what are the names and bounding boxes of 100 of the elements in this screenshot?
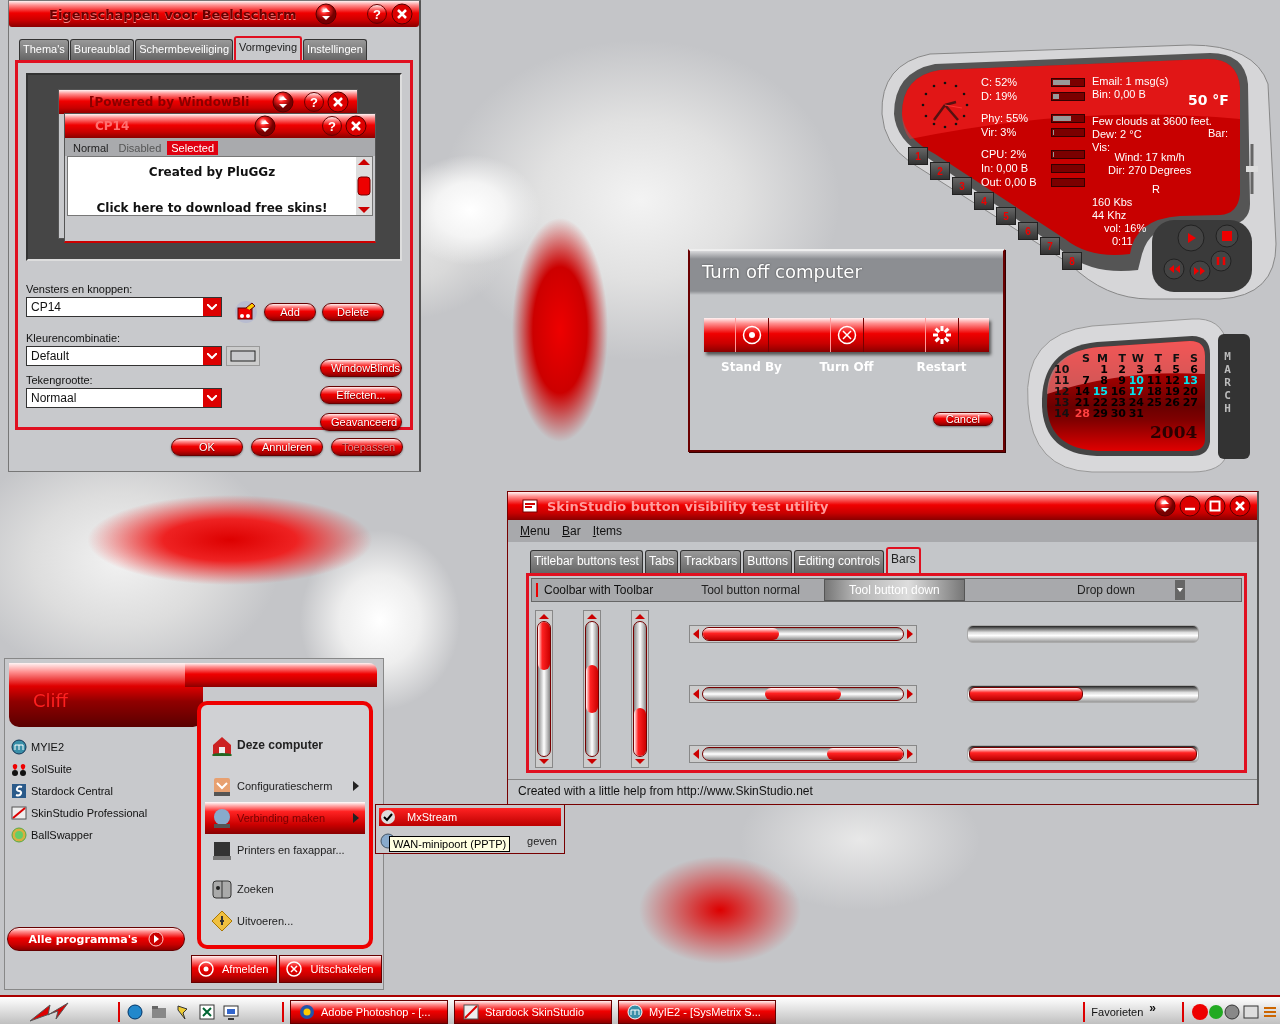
tab[interactable]: Vormgeving	[234, 36, 303, 60]
menu-item[interactable]: Items	[592, 524, 623, 538]
vertical-scrollbar[interactable]	[535, 610, 553, 768]
arrow-down-icon[interactable]	[633, 757, 647, 767]
calendar-day[interactable]: 9	[1108, 375, 1126, 386]
rollup-icon[interactable]	[254, 115, 276, 137]
close-icon[interactable]	[1229, 495, 1251, 517]
button[interactable]: OK	[171, 438, 243, 456]
calendar-day[interactable]: 4	[1144, 364, 1162, 375]
close-icon[interactable]	[391, 3, 413, 25]
horizontal-scrollbar[interactable]	[689, 685, 917, 703]
calendar-day[interactable]: 5	[1162, 364, 1180, 375]
scroll-thumb[interactable]	[586, 665, 598, 713]
stop-icon[interactable]	[1215, 224, 1239, 248]
calendar-day[interactable]: 13	[1180, 375, 1198, 386]
tab[interactable]: Titlebar buttons test	[530, 550, 643, 573]
tool-button[interactable]: Tool button normal	[677, 579, 824, 601]
button[interactable]: Add	[264, 303, 316, 321]
monitor-icon[interactable]	[222, 1002, 240, 1021]
scroll-thumb[interactable]	[765, 688, 841, 700]
toolbar-label[interactable]: Favorieten	[1091, 1005, 1144, 1018]
color-button[interactable]	[226, 346, 260, 366]
scroll-thumb[interactable]	[827, 748, 903, 760]
menu-item[interactable]: Bar	[562, 524, 581, 538]
menu-item[interactable]: Verbinding maken	[205, 802, 365, 834]
button[interactable]: Effecten...	[320, 386, 402, 404]
dropdown-button[interactable]: Drop down	[1076, 580, 1185, 600]
taskbar-button[interactable]: Stardock SkinStudio	[454, 999, 612, 1024]
menu-item[interactable]: Deze computer	[205, 726, 365, 763]
program-item[interactable]: Stardock Central	[11, 783, 113, 799]
help-button[interactable]: ?	[367, 4, 387, 24]
arrow-up-icon[interactable]	[585, 611, 599, 621]
shutdown-button[interactable]: Uitschakelen	[279, 955, 383, 983]
logoff-button[interactable]: Afmelden	[191, 955, 278, 983]
horizontal-scrollbar[interactable]	[689, 625, 917, 643]
tab[interactable]: Thema's	[19, 39, 69, 60]
menu-item[interactable]: Zoeken	[205, 873, 365, 906]
scroll-thumb[interactable]	[538, 622, 550, 670]
help-button[interactable]: ?	[322, 116, 342, 136]
preview-text[interactable]: Click here to download free skins!	[96, 201, 328, 215]
scroll-thumb[interactable]	[703, 628, 779, 640]
taskbar-button[interactable]: Adobe Photoshop - [...	[290, 999, 448, 1024]
globe-icon[interactable]	[126, 1002, 144, 1021]
taskbar-button[interactable]: MyIE2 - [SysMetrix S...	[618, 999, 776, 1024]
fast-forward-icon[interactable]	[1189, 260, 1211, 282]
maximize-icon[interactable]	[1204, 495, 1226, 517]
calendar-day[interactable]: 3	[1126, 364, 1144, 375]
menu-item[interactable]: Uitvoeren...	[205, 905, 365, 937]
play-icon[interactable]	[1177, 224, 1205, 252]
calendar-day[interactable]: 17	[1126, 386, 1144, 397]
spreadsheet-icon[interactable]	[198, 1002, 216, 1021]
button[interactable]: Annuleren	[251, 438, 323, 456]
close-icon[interactable]	[327, 91, 349, 113]
pause-icon[interactable]	[1210, 250, 1232, 272]
dropdown[interactable]: Normaal	[26, 388, 222, 408]
calendar-day[interactable]: 6	[1180, 364, 1198, 375]
menu-item[interactable]: Configuratiescherm	[205, 770, 365, 803]
program-item[interactable]: MYIE2	[11, 739, 64, 755]
dropdown[interactable]: Default	[26, 346, 222, 366]
dropdown[interactable]: CP14	[26, 297, 222, 317]
tab[interactable]: Bureaublad	[69, 39, 135, 60]
close-icon[interactable]	[345, 115, 367, 137]
tab[interactable]: Editing controls	[793, 550, 884, 573]
horizontal-scrollbar[interactable]	[689, 745, 917, 763]
chevron[interactable]: »	[1149, 1000, 1156, 1015]
button[interactable]: Geavanceerd	[320, 413, 402, 431]
all-programs-button[interactable]: Alle programma's	[7, 927, 185, 951]
rewind-icon[interactable]	[1163, 258, 1185, 280]
cancel-button[interactable]: Cancel	[932, 412, 993, 426]
tab[interactable]: Buttons	[743, 550, 792, 573]
arrow-up-icon[interactable]	[537, 611, 551, 621]
submenu-item[interactable]: MxStream	[379, 808, 561, 826]
rollup-icon[interactable]	[272, 91, 294, 113]
tab[interactable]: Bars	[885, 547, 921, 573]
program-item[interactable]: SolSuite	[11, 761, 72, 777]
menu-item[interactable]: Printers en faxappar...	[205, 833, 365, 866]
button[interactable]: Delete	[322, 303, 384, 321]
button[interactable]: WindowBlinds	[320, 359, 402, 377]
tab[interactable]: Trackbars	[680, 550, 742, 573]
arrow-down-icon[interactable]	[585, 757, 599, 767]
tab[interactable]: Tabs	[644, 550, 679, 573]
program-item[interactable]: SkinStudio Professional	[11, 805, 148, 821]
scroll-thumb[interactable]	[634, 708, 646, 756]
menu-item[interactable]: Selected	[167, 141, 219, 155]
vertical-scrollbar[interactable]	[631, 610, 649, 768]
minimize-icon[interactable]	[1179, 495, 1201, 517]
calendar-day[interactable]: 28	[1072, 408, 1090, 419]
menu-item[interactable]: Menu	[520, 524, 551, 538]
vertical-scrollbar[interactable]	[583, 610, 601, 768]
calendar-day[interactable]: 7	[1072, 375, 1090, 386]
menu-item[interactable]: Normal	[69, 141, 113, 155]
rollup-icon[interactable]	[1154, 495, 1176, 517]
arrow-down-icon[interactable]	[537, 757, 551, 767]
tab[interactable]: Instellingen	[303, 39, 367, 60]
arrow-up-icon[interactable]	[633, 611, 647, 621]
rollup-icon[interactable]	[315, 3, 337, 25]
tab[interactable]: Schermbeveiliging	[135, 39, 233, 60]
preview-text[interactable]: Created by PluGGz	[148, 165, 276, 179]
calendar-day[interactable]: 10	[1126, 375, 1144, 386]
calendar-day[interactable]: 2	[1108, 364, 1126, 375]
